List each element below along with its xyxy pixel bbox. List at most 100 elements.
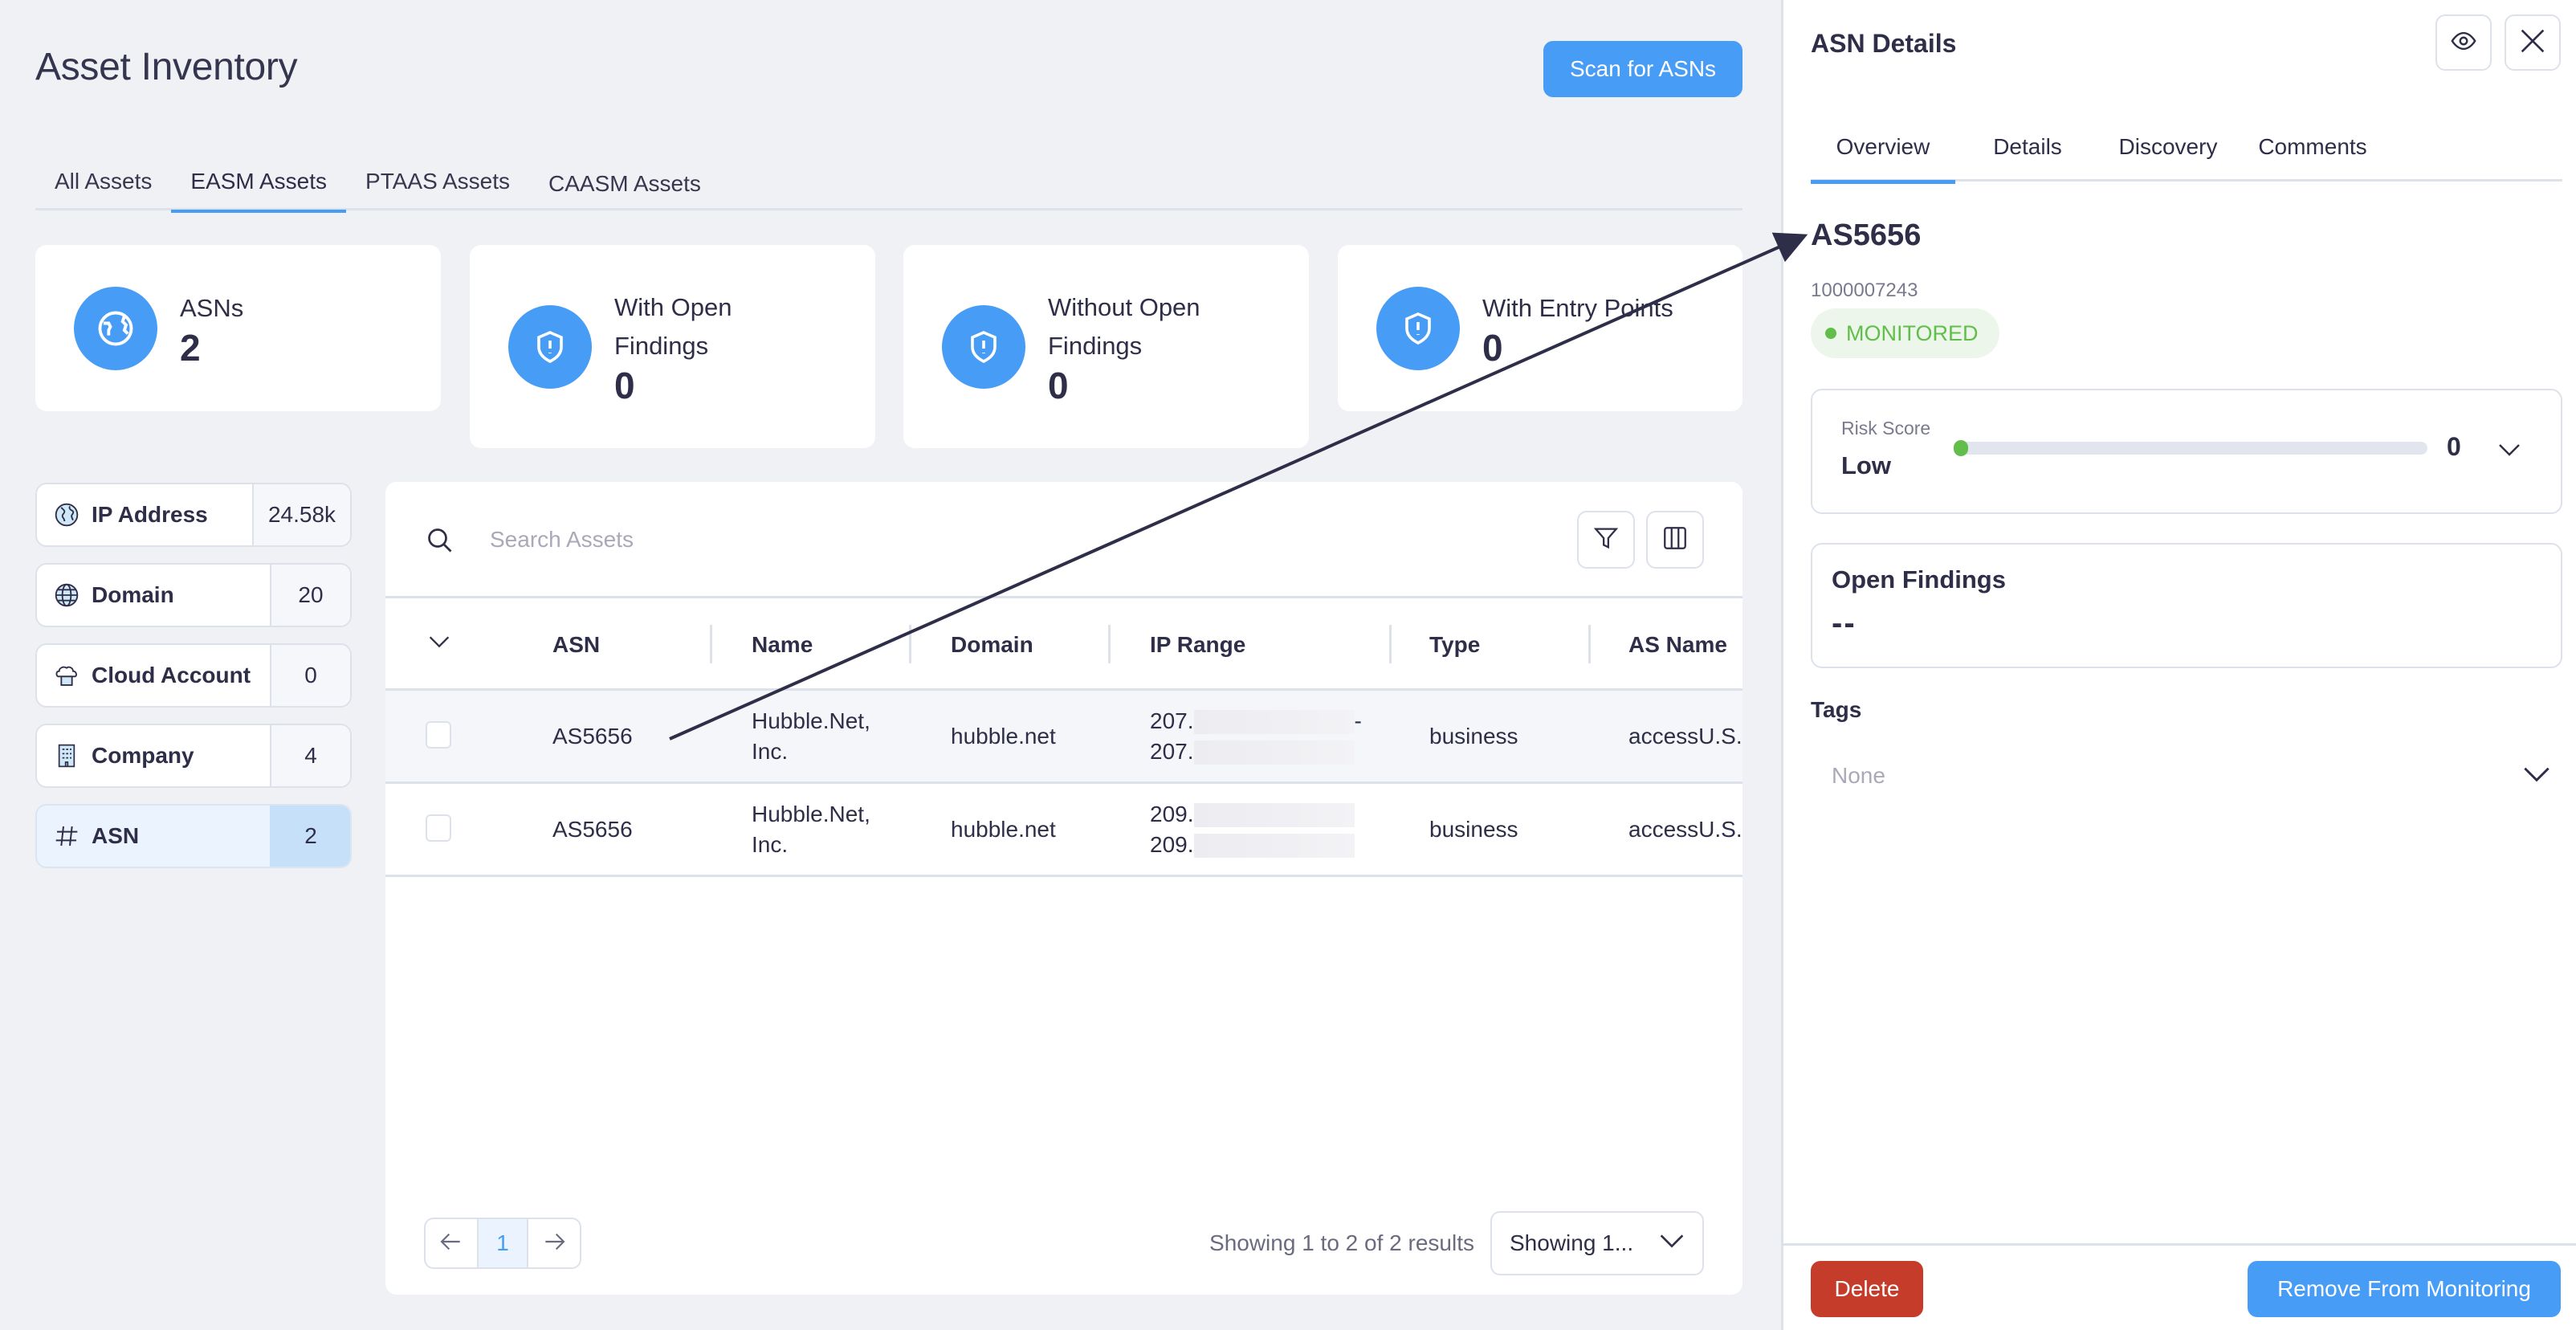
column-divider[interactable] <box>1389 625 1392 663</box>
page-number-button[interactable]: 1 <box>477 1219 528 1267</box>
delete-button[interactable]: Delete <box>1811 1261 1923 1317</box>
cell-as-name: accessU.S., <box>1628 816 1742 842</box>
stat-value: 0 <box>1048 364 1069 406</box>
columns-icon <box>1661 524 1689 556</box>
close-button[interactable] <box>2505 14 2561 71</box>
column-divider[interactable] <box>909 625 911 663</box>
asset-type-label: Company <box>92 743 194 768</box>
cell-name-line: Hubble.Net, <box>752 801 870 826</box>
search-input[interactable] <box>490 514 1453 565</box>
column-header-as-name[interactable]: AS Name <box>1628 598 1727 691</box>
cell-ip-range: 207. - 207. <box>1150 691 1362 781</box>
column-divider[interactable] <box>1588 625 1591 663</box>
cell-domain: hubble.net <box>951 816 1056 842</box>
search-icon <box>426 526 454 559</box>
tab-caasm-assets[interactable]: CAASM Assets <box>529 153 720 210</box>
columns-button[interactable] <box>1646 511 1704 569</box>
redacted-ip <box>1193 740 1355 765</box>
panel-tab-discovery[interactable]: Discovery <box>2100 112 2236 182</box>
shield-alert-icon <box>1376 286 1460 370</box>
open-findings-value: -- <box>1832 606 1857 641</box>
view-button[interactable] <box>2435 14 2492 71</box>
ip-separator: - <box>1354 708 1362 733</box>
ip-start: 209. <box>1150 801 1194 826</box>
risk-score-fill <box>1954 440 1968 456</box>
asset-type-label: Cloud Account <box>92 663 251 687</box>
row-checkbox[interactable] <box>426 814 451 842</box>
tags-select[interactable]: None <box>1811 747 2562 805</box>
row-checkbox[interactable] <box>426 721 451 749</box>
chevron-down-icon <box>2495 444 2524 467</box>
column-header-name[interactable]: Name <box>752 598 813 691</box>
pagination: 1 <box>424 1218 581 1269</box>
stat-card-asns: ASNs 2 <box>35 245 441 411</box>
asset-type-cloud-account[interactable]: Cloud Account 0 <box>35 643 352 708</box>
asset-type-asn[interactable]: ASN 2 <box>35 804 352 868</box>
cell-name: Hubble.Net, Inc. <box>752 691 870 781</box>
column-divider[interactable] <box>1108 625 1111 663</box>
filter-button[interactable] <box>1577 511 1635 569</box>
column-divider[interactable] <box>710 625 712 663</box>
panel-tab-overview[interactable]: Overview <box>1811 112 1955 184</box>
stat-value: 0 <box>614 364 635 406</box>
stat-card-with-entry-points: With Entry Points 0 <box>1338 245 1742 411</box>
tab-ptaas-assets[interactable]: PTAAS Assets <box>346 153 529 210</box>
risk-expand-button[interactable] <box>2495 435 2524 468</box>
column-header-domain[interactable]: Domain <box>951 598 1033 691</box>
tab-all-assets[interactable]: All Assets <box>35 153 171 210</box>
redacted-ip <box>1193 803 1355 828</box>
prev-page-button[interactable] <box>426 1219 477 1267</box>
asset-type-label: ASN <box>92 823 140 848</box>
asset-tabs: All Assets EASM Assets PTAAS Assets CAAS… <box>35 153 1742 213</box>
cell-name-line: Inc. <box>752 831 789 857</box>
asset-type-count: 0 <box>270 645 350 706</box>
ip-start: 207. <box>1150 708 1194 733</box>
cell-ip-range: 209. 209. <box>1150 784 1355 875</box>
cloud-account-icon <box>53 662 80 689</box>
chevron-down-icon <box>2519 757 2554 796</box>
panel-tab-comments[interactable]: Comments <box>2236 112 2389 182</box>
table-row[interactable]: AS5656 Hubble.Net, Inc. hubble.net 209. … <box>385 784 1742 877</box>
risk-level: Low <box>1841 451 1891 479</box>
stat-label: Without Open Findings <box>1048 292 1200 360</box>
remove-from-monitoring-button[interactable]: Remove From Monitoring <box>2248 1261 2561 1317</box>
redacted-ip <box>1193 834 1355 859</box>
shield-alert-icon <box>508 304 592 389</box>
scan-for-asns-button[interactable]: Scan for ASNs <box>1543 41 1742 97</box>
ip-end: 207. <box>1150 738 1194 764</box>
risk-score-bar <box>1954 440 2427 456</box>
search-bar <box>385 482 1742 598</box>
column-header-asn[interactable]: ASN <box>552 598 600 691</box>
table-header: ASN Name Domain IP Range Type AS Name <box>385 598 1742 691</box>
cell-as-name: accessU.S., <box>1628 723 1742 749</box>
column-header-ip-range[interactable]: IP Range <box>1150 598 1245 691</box>
tab-easm-assets[interactable]: EASM Assets <box>171 153 346 213</box>
panel-footer-divider <box>1783 1243 2576 1246</box>
page-size-select[interactable]: Showing 1... <box>1490 1211 1704 1275</box>
stat-label: ASNs <box>180 293 244 322</box>
asset-type-domain[interactable]: Domain 20 <box>35 563 352 627</box>
next-page-button[interactable] <box>528 1219 580 1267</box>
panel-tab-details[interactable]: Details <box>1955 112 2100 182</box>
cell-name: Hubble.Net, Inc. <box>752 784 870 875</box>
status-text: MONITORED <box>1846 320 1979 345</box>
cell-asn: AS5656 <box>552 723 633 749</box>
asset-type-count: 20 <box>270 565 350 626</box>
table-row[interactable]: AS5656 Hubble.Net, Inc. hubble.net 207. -… <box>385 691 1742 784</box>
asset-type-count: 4 <box>270 725 350 786</box>
panel-title: ASN Details <box>1811 29 1957 58</box>
hash-icon <box>53 822 80 850</box>
cell-name-line: Inc. <box>752 738 789 764</box>
asset-type-company[interactable]: Company 4 <box>35 724 352 788</box>
stat-label: With Entry Points <box>1482 293 1673 322</box>
cell-name-line: Hubble.Net, <box>752 708 870 733</box>
shield-alert-icon <box>942 304 1025 389</box>
asset-type-count: 2 <box>270 806 350 867</box>
column-header-type[interactable]: Type <box>1429 598 1480 691</box>
stat-value: 2 <box>180 326 201 369</box>
risk-score-value: 0 <box>2447 432 2461 461</box>
page-size-value: Showing 1... <box>1510 1230 1634 1255</box>
stat-label: With Open Findings <box>614 292 732 360</box>
asset-type-ip-address[interactable]: IP Address 24.58k <box>35 483 352 547</box>
select-all-toggle[interactable] <box>426 598 453 691</box>
